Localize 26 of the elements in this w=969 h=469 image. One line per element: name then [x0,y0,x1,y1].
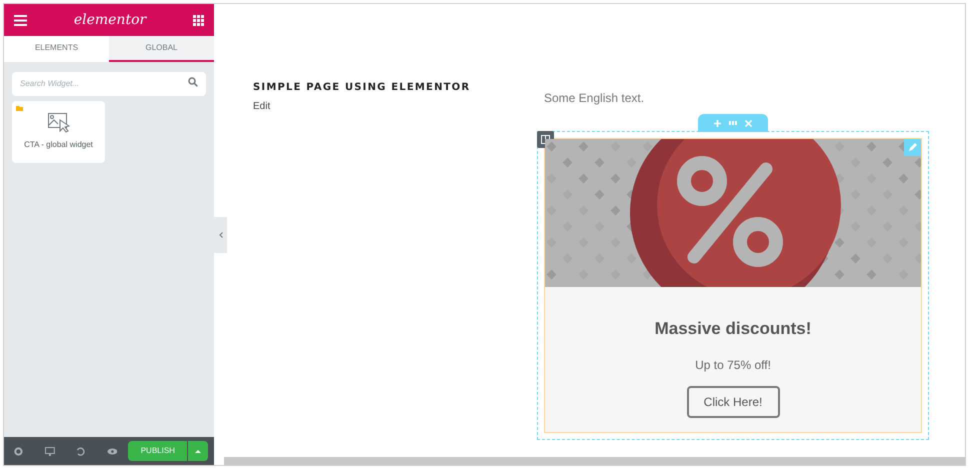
caret-icon [195,450,202,452]
eye-icon[interactable] [106,448,118,454]
edit-link[interactable]: Edit [253,99,270,114]
page-title: SIMPLE PAGE USING ELEMENTOR [253,81,470,95]
body-text: Some English text. [544,90,646,107]
history-icon[interactable] [76,446,85,456]
grid-icon[interactable] [193,14,204,26]
folder-icon [16,106,23,111]
cta-heading: Massive discounts! [654,318,812,340]
publish-options-button[interactable] [188,441,208,461]
search-icon[interactable] [188,77,198,87]
gear-icon[interactable] [14,446,23,456]
image-cursor-icon [48,113,70,133]
menu-icon[interactable] [14,14,27,26]
desktop-icon[interactable] [44,446,55,456]
search-field[interactable]: Search Widget... [12,72,206,96]
logo: elementor [74,10,146,30]
cta-subheading: Up to 75% off! [695,356,771,374]
cta-button[interactable]: Click Here! [686,386,780,418]
widget-card[interactable]: CTA - global widget [12,101,105,163]
horizontal-scrollbar[interactable] [224,457,965,465]
tab[interactable]: GLOBAL [109,36,214,62]
collapse-handle[interactable] [214,217,227,253]
chevron-left-icon [218,232,222,238]
drag-handle-icon[interactable] [729,121,737,125]
widget-label: CTA - global widget [24,139,93,151]
